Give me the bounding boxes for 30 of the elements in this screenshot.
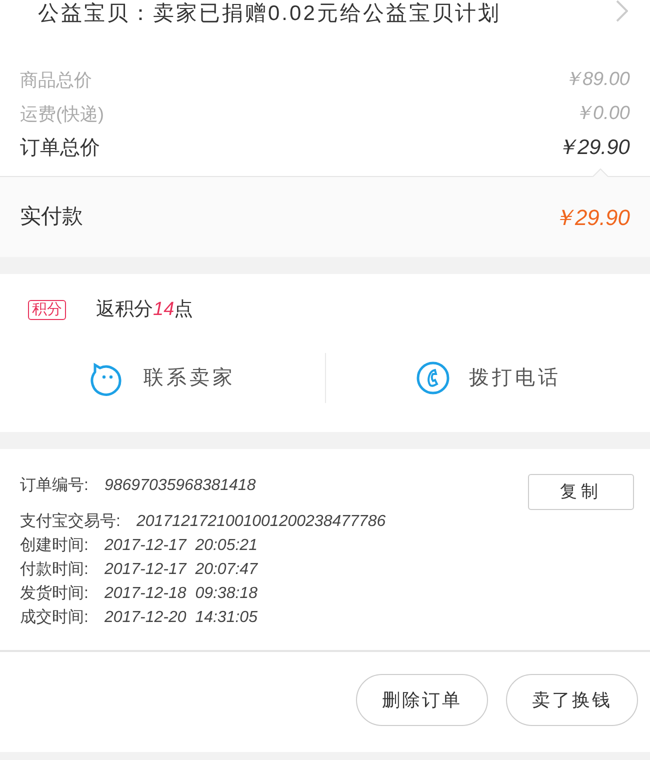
contact-seller-button[interactable]: 联系卖家 — [0, 360, 324, 396]
info-label: 创建时间: — [20, 536, 88, 556]
info-label: 支付宝交易号: — [20, 512, 120, 532]
charity-notice: 公益宝贝：卖家已捐赠0.02元给公益宝贝计划 — [38, 2, 501, 26]
chevron-right-icon[interactable] — [616, 0, 628, 22]
info-label: 付款时间: — [20, 560, 88, 580]
price-value: ￥89.00 — [563, 68, 630, 92]
paid-label: 实付款 — [20, 204, 83, 230]
paid-amount: ￥29.90 — [552, 204, 630, 232]
price-value: ￥29.90 — [556, 135, 630, 162]
price-value: ￥0.00 — [574, 102, 630, 126]
call-button[interactable]: 拨打电话 — [326, 360, 650, 396]
phone-icon — [414, 360, 451, 396]
points-text: 返积分14点 — [96, 298, 194, 322]
info-value: 98697035968381418 — [104, 476, 256, 496]
price-label: 商品总价 — [20, 68, 92, 92]
info-value: 2017-12-17 20:05:21 — [104, 536, 258, 556]
order-action-button[interactable]: 卖了换钱 — [506, 674, 638, 726]
info-value: 2017121721001001200238477786 — [136, 512, 386, 532]
price-label: 运费(快递) — [20, 102, 104, 126]
info-label: 成交时间: — [20, 608, 88, 628]
price-label: 订单总价 — [20, 136, 100, 161]
info-label: 订单编号: — [20, 476, 88, 496]
info-label: 发货时间: — [20, 584, 88, 604]
order-action-button[interactable]: 删除订单 — [356, 674, 488, 726]
info-value: 2017-12-20 14:31:05 — [104, 608, 258, 628]
info-value: 2017-12-17 20:07:47 — [104, 560, 258, 580]
info-value: 2017-12-18 09:38:18 — [104, 584, 258, 604]
points-badge: 积分 — [28, 300, 66, 320]
copy-button[interactable]: 复制 — [528, 474, 634, 510]
